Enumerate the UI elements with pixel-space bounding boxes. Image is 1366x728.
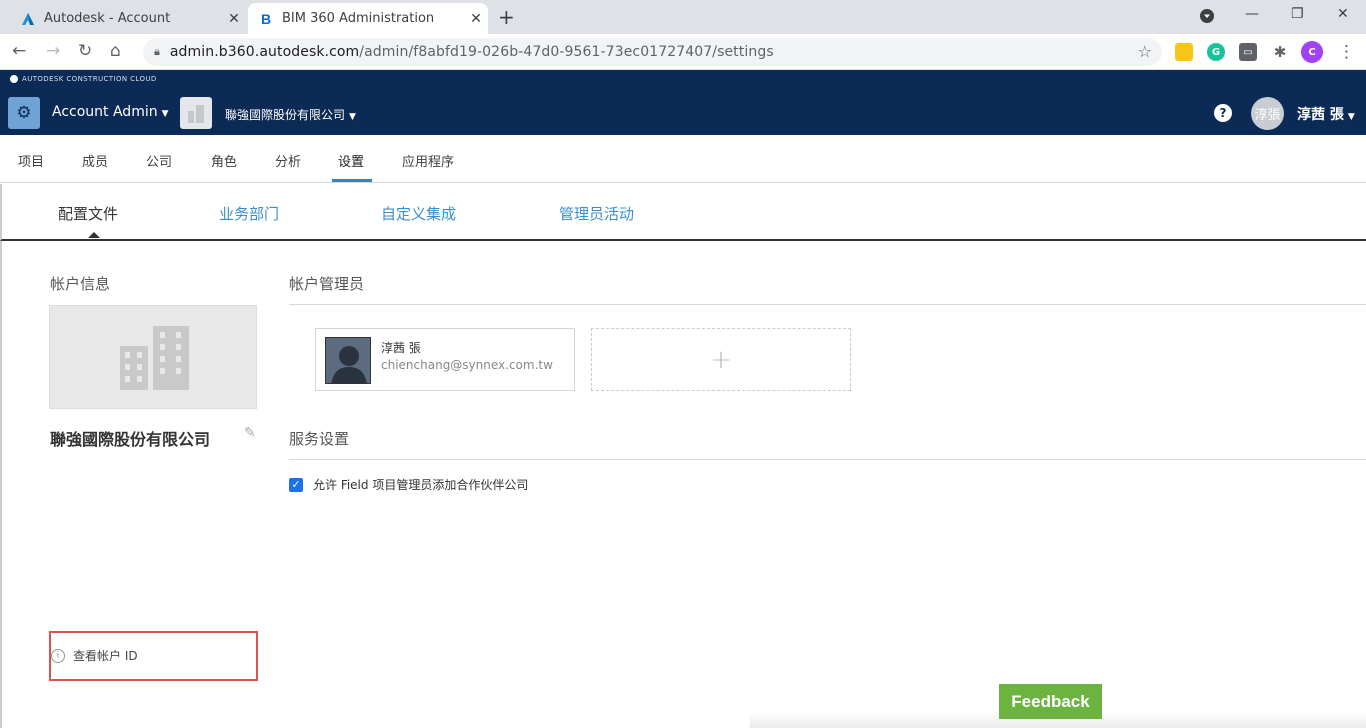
user-menu[interactable]: 淳茜 張 ▼ — [1297, 104, 1355, 124]
address-bar: ← → ↻ ⌂ 🔒︎ admin.b360.autodesk.com/admin… — [0, 34, 1366, 70]
chevron-down-icon: ▼ — [1347, 112, 1355, 122]
nav-item-apps[interactable]: 应用程序 — [402, 151, 454, 170]
chevron-down-icon: ▼ — [349, 112, 356, 122]
nav-item-members[interactable]: 成员 — [82, 151, 108, 170]
line-extension-icon[interactable]: ▭ — [1239, 43, 1257, 61]
reload-icon[interactable]: ↻ — [78, 41, 92, 61]
app-header: AUTODESK CONSTRUCTION CLOUD ⚙ Account Ad… — [0, 70, 1366, 135]
admin-card[interactable]: 淳茜 張 chienchang@synnex.com.tw — [315, 328, 575, 391]
url-input[interactable]: 🔒︎ admin.b360.autodesk.com/admin/f8abfd1… — [143, 38, 1162, 66]
browser-tab-bim360-admin[interactable]: B BIM 360 Administration ✕ — [248, 3, 488, 34]
divider — [289, 304, 1366, 305]
tab-title: Autodesk - Account — [44, 11, 171, 26]
brand: AUTODESK CONSTRUCTION CLOUD — [10, 75, 157, 83]
company-name: 聯強國際股份有限公司 — [50, 430, 211, 449]
brand-text: AUTODESK CONSTRUCTION CLOUD — [22, 75, 157, 83]
app-title: Account Admin — [52, 104, 158, 120]
building-icon — [120, 326, 189, 390]
maximize-icon[interactable]: ❐ — [1291, 6, 1304, 22]
add-admin-button[interactable]: + — [591, 328, 851, 391]
lock-icon: 🔒︎ — [154, 45, 160, 58]
url-path: /admin/f8abfd19-026b-47d0-9561-73ec01727… — [359, 44, 774, 60]
nav-item-settings[interactable]: 设置 — [338, 151, 364, 170]
nav-item-companies[interactable]: 公司 — [146, 151, 172, 170]
company-logo-placeholder[interactable] — [49, 305, 257, 409]
company-selector[interactable]: 聯強國際股份有限公司 ▼ — [225, 106, 356, 123]
bim360-logo-icon: B — [260, 10, 272, 27]
allow-field-admins-checkbox[interactable]: ✓ — [289, 477, 303, 492]
tab-business-units[interactable]: 业务部门 — [219, 203, 279, 224]
plus-icon: + — [710, 344, 732, 375]
close-tab-icon[interactable]: ✕ — [464, 11, 488, 27]
account-admin-menu[interactable]: Account Admin ▼ — [52, 104, 169, 120]
edit-pencil-icon[interactable]: ✎ — [244, 425, 256, 441]
autodesk-logo-icon — [20, 11, 36, 27]
admin-name: 淳茜 張 — [381, 341, 421, 355]
chevron-down-icon: ▼ — [161, 109, 169, 119]
forward-icon[interactable]: → — [46, 41, 60, 61]
extensions-puzzle-icon[interactable]: ✱ — [1271, 43, 1289, 61]
nav-item-analytics[interactable]: 分析 — [275, 151, 301, 170]
browser-tab-autodesk-account[interactable]: Autodesk - Account ✕ — [10, 3, 246, 34]
home-icon[interactable]: ⌂ — [110, 41, 121, 61]
browser-menu-icon[interactable]: ⋮ — [1338, 42, 1355, 62]
service-settings-title: 服务设置 — [289, 430, 350, 448]
new-tab-icon[interactable]: + — [498, 5, 515, 29]
settings-gear-icon[interactable]: ⚙ — [8, 97, 40, 129]
info-icon: i — [51, 648, 65, 663]
divider — [289, 459, 1366, 460]
account-info-title: 帐户信息 — [50, 275, 111, 293]
view-account-id-label: 查看帐户 ID — [73, 649, 138, 663]
company-logo[interactable] — [180, 97, 212, 129]
help-icon[interactable]: ? — [1214, 104, 1232, 122]
browser-tab-bar: Autodesk - Account ✕ B BIM 360 Administr… — [0, 0, 1366, 34]
extension-yellow-icon[interactable] — [1175, 43, 1193, 61]
nav-item-projects[interactable]: 项目 — [18, 151, 44, 170]
settings-sub-tabs: 配置文件 业务部门 自定义集成 管理员活动 — [0, 184, 1366, 241]
active-nav-indicator — [332, 179, 372, 182]
nav-item-roles[interactable]: 角色 — [211, 151, 237, 170]
bookmark-star-icon[interactable]: ☆ — [1138, 42, 1152, 61]
user-avatar[interactable]: 淳張 — [1251, 97, 1284, 130]
url-host: admin.b360.autodesk.com — [169, 44, 360, 60]
feedback-button[interactable]: Feedback — [999, 684, 1102, 719]
content-left-border — [0, 241, 2, 728]
user-name: 淳茜 張 — [1297, 107, 1344, 123]
tab-profile[interactable]: 配置文件 — [58, 203, 118, 224]
grammarly-icon[interactable]: G — [1207, 43, 1225, 61]
close-window-icon[interactable]: ✕ — [1337, 6, 1349, 22]
view-account-id-link[interactable]: i 查看帐户 ID — [51, 647, 138, 664]
tab-admin-activity[interactable]: 管理员活动 — [559, 203, 634, 224]
minimize-icon[interactable]: — — [1245, 6, 1259, 22]
active-tab-pointer — [88, 232, 100, 238]
profile-menu-icon[interactable] — [1200, 9, 1214, 27]
admin-email: chienchang@synnex.com.tw — [381, 358, 553, 372]
main-nav: 项目 成员 公司 角色 分析 设置 应用程序 — [0, 135, 1366, 183]
back-icon[interactable]: ← — [12, 41, 26, 61]
autodesk-brand-icon — [10, 75, 18, 83]
service-option-row: ✓ 允许 Field 项目管理员添加合作伙伴公司 — [289, 476, 528, 493]
tab-title: BIM 360 Administration — [282, 11, 435, 26]
tab-custom-integrations[interactable]: 自定义集成 — [381, 203, 456, 224]
allow-field-admins-label: 允许 Field 项目管理员添加合作伙伴公司 — [313, 478, 529, 492]
admin-avatar — [325, 337, 371, 384]
profile-avatar[interactable]: C — [1301, 41, 1323, 63]
account-admins-title: 帐户管理员 — [289, 275, 365, 293]
company-selector-label: 聯強國際股份有限公司 — [225, 108, 346, 122]
close-tab-icon[interactable]: ✕ — [222, 11, 246, 27]
